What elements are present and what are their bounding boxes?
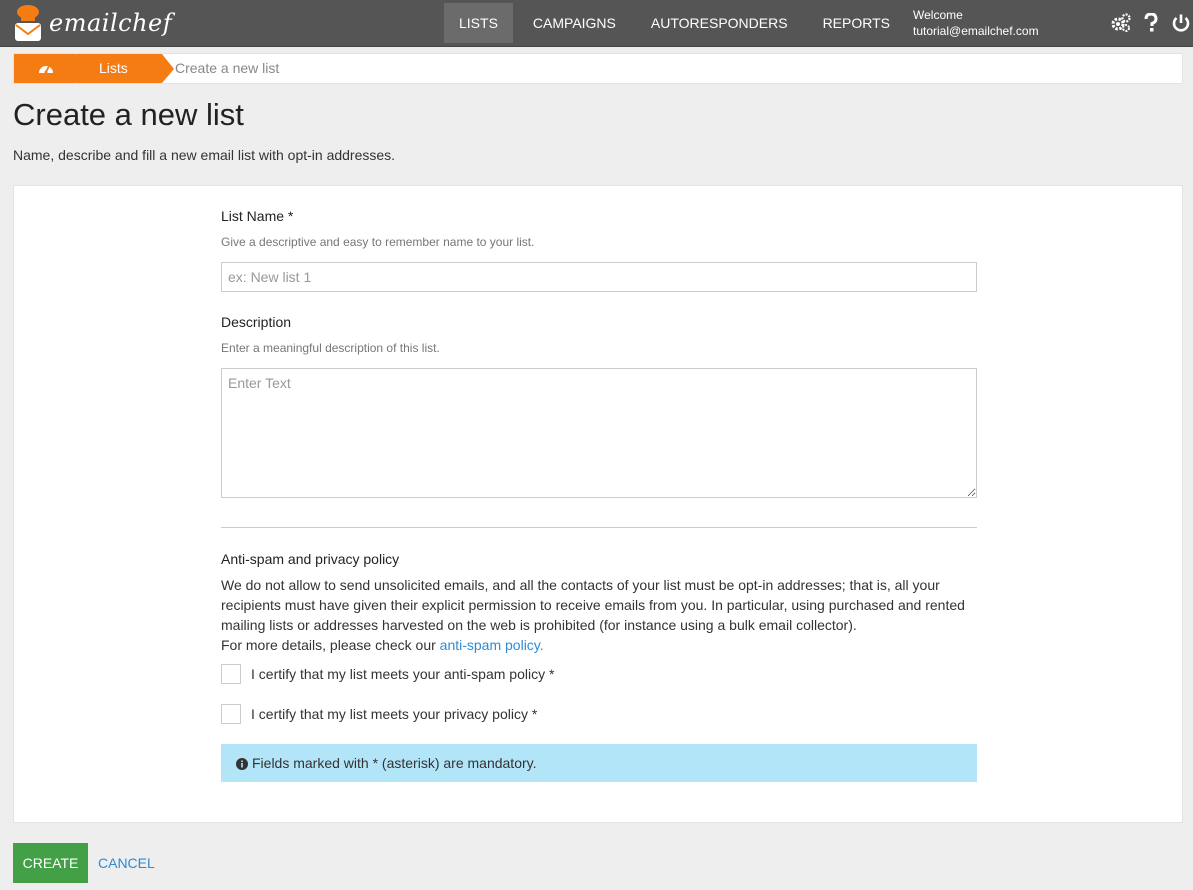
privacy-check-row[interactable]: I certify that my list meets your privac… xyxy=(221,704,537,724)
user-email: tutorial@emailchef.com xyxy=(913,24,1039,38)
breadcrumb-current: Create a new list xyxy=(175,60,280,76)
list-name-label: List Name * xyxy=(221,208,294,224)
privacy-checkbox[interactable] xyxy=(221,704,241,724)
settings-gears-icon[interactable] xyxy=(1110,12,1132,34)
info-circle-icon xyxy=(236,757,248,770)
nav-campaigns[interactable]: CAMPAIGNS xyxy=(518,3,631,43)
breadcrumb-home[interactable] xyxy=(14,54,88,83)
description-textarea[interactable] xyxy=(221,368,977,498)
description-help: Enter a meaningful description of this l… xyxy=(221,341,440,355)
main-nav: LISTS CAMPAIGNS AUTORESPONDERS REPORTS xyxy=(444,3,905,43)
description-label: Description xyxy=(221,314,292,330)
form-panel: List Name * Give a descriptive and easy … xyxy=(13,185,1183,823)
anti-spam-policy-link[interactable]: anti-spam policy. xyxy=(440,637,544,653)
policy-details-prefix: For more details, please check our xyxy=(221,637,440,653)
antispam-checkbox[interactable] xyxy=(221,664,241,684)
nav-lists[interactable]: LISTS xyxy=(444,3,513,43)
chef-envelope-logo-icon xyxy=(13,3,43,43)
list-name-help: Give a descriptive and easy to remember … xyxy=(221,235,535,249)
top-navbar: emailchef LISTS CAMPAIGNS AUTORESPONDERS… xyxy=(0,0,1193,47)
welcome-block: Welcome tutorial@emailchef.com xyxy=(913,7,1039,39)
privacy-check-label[interactable]: I certify that my list meets your privac… xyxy=(251,706,537,722)
list-name-input[interactable] xyxy=(221,262,977,292)
breadcrumb: Lists Create a new list xyxy=(13,53,1183,84)
page-subtitle: Name, describe and fill a new email list… xyxy=(13,147,396,163)
top-icons xyxy=(1110,12,1192,34)
policy-title: Anti-spam and privacy policy xyxy=(221,551,400,567)
dashboard-icon xyxy=(38,61,54,80)
welcome-label: Welcome xyxy=(913,8,963,22)
policy-body: We do not allow to send unsolicited emai… xyxy=(221,577,965,633)
nav-reports[interactable]: REPORTS xyxy=(808,3,905,43)
section-divider xyxy=(221,527,977,528)
nav-autoresponders[interactable]: AUTORESPONDERS xyxy=(636,3,803,43)
mandatory-info-box: Fields marked with * (asterisk) are mand… xyxy=(221,744,977,782)
policy-text: We do not allow to send unsolicited emai… xyxy=(221,575,981,655)
help-icon[interactable] xyxy=(1140,12,1162,34)
power-icon[interactable] xyxy=(1170,12,1192,34)
breadcrumb-lists[interactable]: Lists xyxy=(76,54,174,83)
antispam-check-label[interactable]: I certify that my list meets your anti-s… xyxy=(251,666,554,682)
antispam-check-row[interactable]: I certify that my list meets your anti-s… xyxy=(221,664,554,684)
app-logo[interactable]: emailchef xyxy=(13,3,172,43)
create-button[interactable]: CREATE xyxy=(13,843,88,883)
mandatory-info-text: Fields marked with * (asterisk) are mand… xyxy=(252,755,537,771)
logo-text: emailchef xyxy=(49,9,173,37)
cancel-button[interactable]: CANCEL xyxy=(98,855,155,871)
page-title: Create a new list xyxy=(13,97,244,132)
